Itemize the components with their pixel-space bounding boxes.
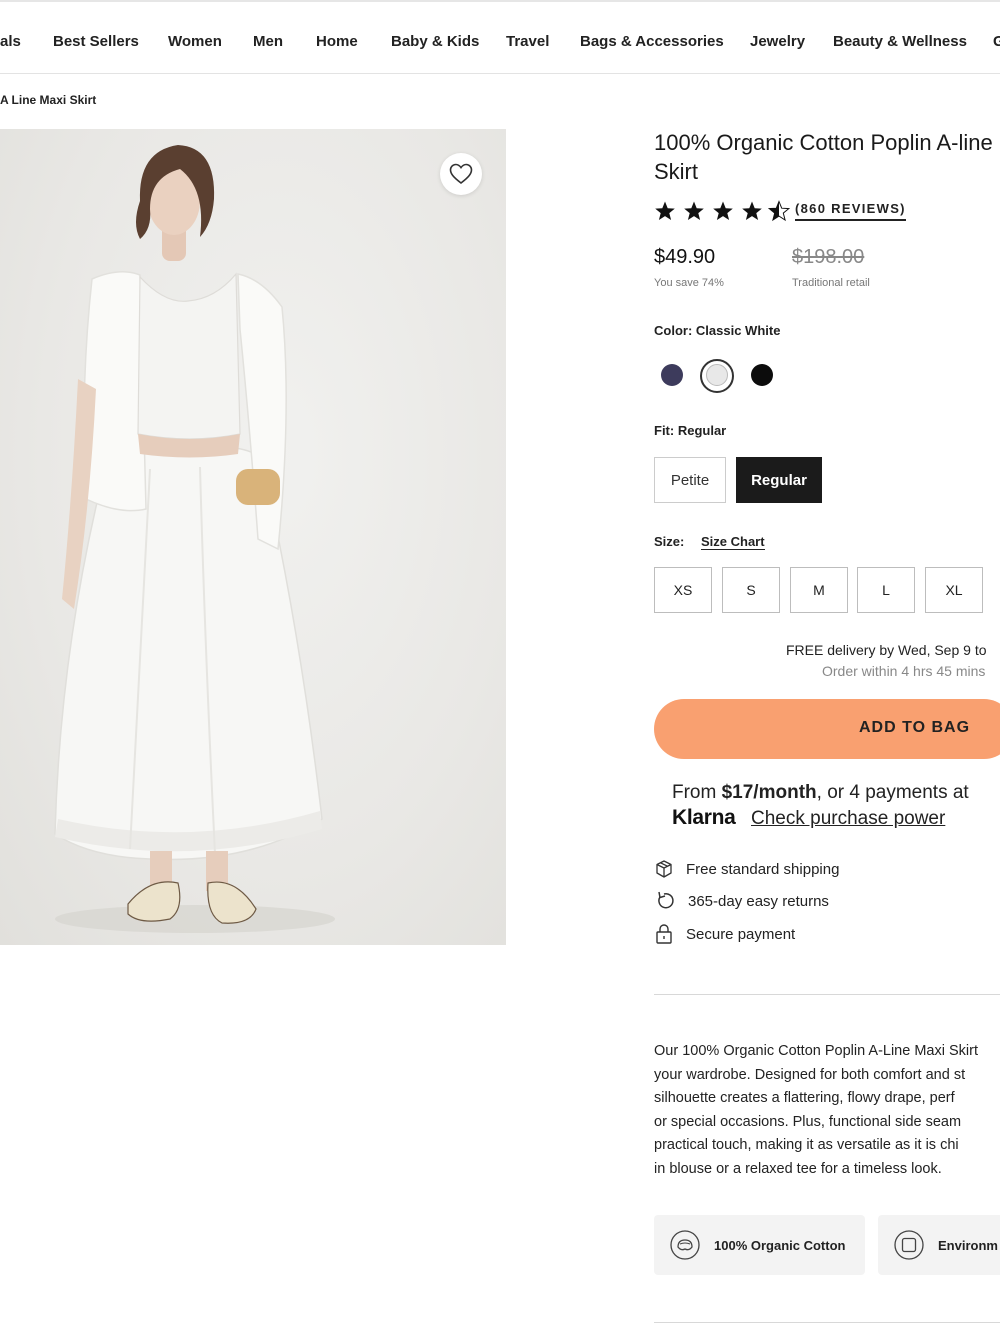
- size-chart-link[interactable]: Size Chart: [701, 534, 765, 550]
- product-description: Our 100% Organic Cotton Poplin A-Line Ma…: [654, 1040, 1000, 1181]
- nav-item-bags-accessories[interactable]: Bags & Accessories: [580, 33, 724, 50]
- product-title-line2: Skirt: [654, 159, 698, 184]
- size-option-m[interactable]: M: [790, 567, 848, 613]
- color-label: Color: Classic White: [654, 323, 780, 338]
- description-line: Our 100% Organic Cotton Poplin A-Line Ma…: [654, 1043, 978, 1059]
- bottom-divider: [654, 1322, 1000, 1323]
- klarna-check-purchase-power-link[interactable]: Check purchase power: [751, 808, 945, 830]
- nav-item-jewelry[interactable]: Jewelry: [750, 33, 805, 50]
- product-photo-illustration: [54, 145, 335, 933]
- lock-icon: [656, 924, 672, 944]
- product-title: 100% Organic Cotton Poplin A-line Maxi S…: [654, 128, 1000, 186]
- nav-item-travel[interactable]: Travel: [506, 33, 549, 50]
- nav-item-home[interactable]: Home: [316, 33, 358, 50]
- breadcrumb[interactable]: A Line Maxi Skirt: [0, 93, 96, 107]
- box-icon: [656, 860, 672, 878]
- top-navigation-bar: als Best Sellers Women Men Home Baby & K…: [0, 0, 1000, 74]
- benefit-secure-payment-text: Secure payment: [686, 925, 796, 943]
- badge-organic-cotton: 100% Organic Cotton: [654, 1215, 865, 1275]
- color-swatch-navy[interactable]: [661, 364, 683, 386]
- klarna-logo: Klarna: [672, 806, 736, 829]
- description-line: in blouse or a relaxed tee for a timeles…: [654, 1160, 942, 1177]
- color-swatch-black[interactable]: [751, 364, 773, 386]
- benefit-secure-payment: Secure payment: [654, 923, 795, 945]
- nav-item-beauty-wellness[interactable]: Beauty & Wellness: [833, 33, 967, 50]
- size-option-xs[interactable]: XS: [654, 567, 712, 613]
- fit-label-prefix: Fit:: [654, 423, 675, 438]
- order-cutoff: Order within 4 hrs 45 mins: [822, 663, 986, 679]
- size-option-xl[interactable]: XL: [925, 567, 983, 613]
- fit-label: Fit: Regular: [654, 423, 726, 438]
- return-icon: [658, 891, 674, 909]
- size-option-l[interactable]: L: [857, 567, 915, 613]
- nav-item-men[interactable]: Men: [253, 33, 283, 50]
- size-label: Size:: [654, 534, 685, 549]
- size-option-s[interactable]: S: [722, 567, 780, 613]
- color-label-prefix: Color:: [654, 323, 693, 338]
- benefit-returns-text: 365-day easy returns: [688, 892, 829, 910]
- badge-environment: Environm: [878, 1215, 1000, 1275]
- category-nav: als Best Sellers Women Men Home Baby & K…: [0, 33, 1000, 53]
- add-to-bag-label: ADD TO BAG: [859, 719, 971, 736]
- color-value: Classic White: [695, 323, 781, 338]
- organic-cotton-icon: [670, 1230, 700, 1260]
- nav-item-baby-kids[interactable]: Baby & Kids: [391, 33, 479, 50]
- benefit-shipping-text: Free standard shipping: [686, 860, 840, 878]
- retail-label: Traditional retail: [792, 277, 870, 289]
- color-swatch-classic-white[interactable]: [706, 364, 728, 386]
- section-divider: [654, 994, 1000, 995]
- klarna-amount: $17/month: [721, 782, 817, 803]
- nav-item-women[interactable]: Women: [168, 33, 222, 50]
- fit-option-petite[interactable]: Petite: [654, 457, 726, 503]
- reviews-link[interactable]: (860 REVIEWS): [795, 201, 906, 221]
- klarna-installments: From $17/month, or 4 payments at: [672, 782, 969, 804]
- nav-item-deals[interactable]: als: [0, 33, 21, 50]
- add-to-bag-button[interactable]: ADD TO BAG: [654, 699, 1000, 759]
- star-rating: [654, 200, 790, 224]
- you-save-text: You save 74%: [654, 277, 724, 289]
- product-image[interactable]: [0, 129, 506, 945]
- heart-icon: [449, 163, 473, 185]
- description-line: practical touch, making it as versatile …: [654, 1137, 959, 1153]
- description-line: or special occasions. Plus, functional s…: [654, 1113, 962, 1130]
- environment-icon: [894, 1230, 924, 1260]
- nav-item-gifts[interactable]: G: [993, 33, 1000, 50]
- sale-price: $49.90: [654, 246, 716, 268]
- stars-icon: [655, 201, 790, 221]
- benefit-returns: 365-day easy returns: [654, 890, 829, 912]
- description-line: silhouette creates a flattering, flowy d…: [654, 1090, 955, 1106]
- fit-value: Regular: [677, 423, 727, 438]
- klarna-suffix: , or 4 payments at: [816, 782, 969, 803]
- fit-option-regular[interactable]: Regular: [736, 457, 822, 503]
- nav-item-best-sellers[interactable]: Best Sellers: [53, 33, 139, 50]
- benefit-shipping: Free standard shipping: [654, 858, 839, 880]
- badge-environment-text: Environm: [938, 1237, 998, 1253]
- badge-organic-cotton-text: 100% Organic Cotton: [714, 1237, 846, 1253]
- retail-price: $198.00: [792, 246, 865, 268]
- product-title-line1: 100% Organic Cotton Poplin A-line Maxi: [654, 130, 1000, 155]
- description-line: your wardrobe. Designed for both comfort…: [654, 1066, 966, 1083]
- wishlist-button[interactable]: [440, 153, 482, 195]
- delivery-estimate: FREE delivery by Wed, Sep 9 to: [786, 642, 987, 658]
- klarna-prefix: From: [672, 782, 722, 803]
